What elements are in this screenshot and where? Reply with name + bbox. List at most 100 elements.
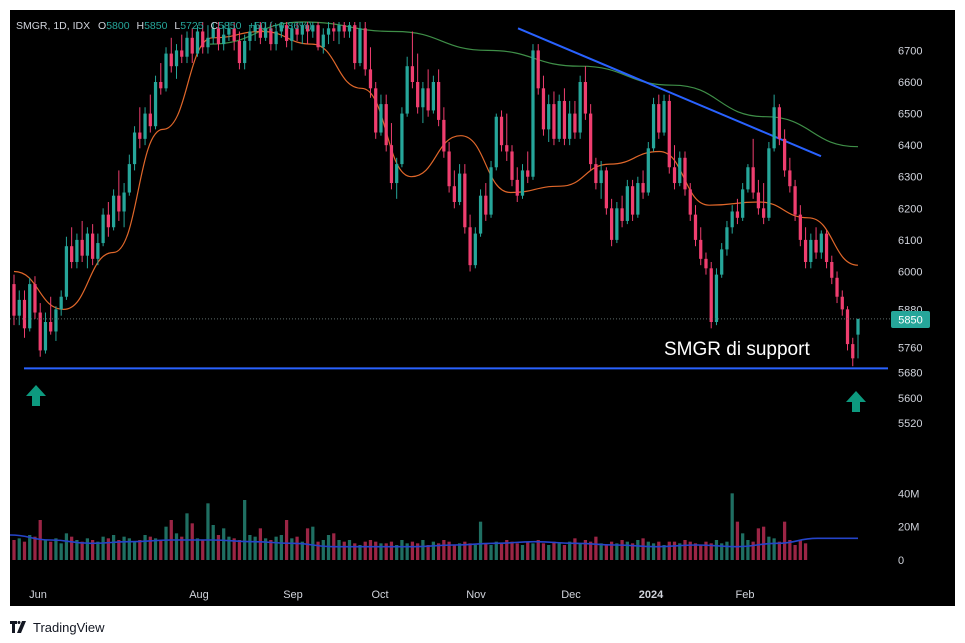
volume-bar[interactable] — [594, 536, 598, 560]
candle[interactable] — [153, 75, 158, 130]
volume-bar[interactable] — [243, 500, 247, 560]
volume-bar[interactable] — [798, 540, 802, 560]
volume-bar[interactable] — [667, 541, 671, 560]
candle[interactable] — [164, 47, 168, 92]
volume-bar[interactable] — [49, 541, 53, 560]
volume-bar[interactable] — [379, 543, 383, 560]
volume-bar[interactable] — [342, 541, 346, 560]
volume-bar[interactable] — [59, 543, 63, 560]
volume-bar[interactable] — [185, 513, 189, 560]
volume-bar[interactable] — [311, 526, 315, 560]
volume-bar[interactable] — [557, 543, 561, 560]
candle[interactable] — [494, 113, 498, 171]
volume-bar[interactable] — [604, 545, 608, 560]
volume-bar[interactable] — [284, 520, 289, 560]
volume-bar[interactable] — [699, 545, 703, 560]
volume-bar[interactable] — [43, 540, 48, 560]
volume-bar[interactable] — [599, 543, 603, 560]
volume-bar[interactable] — [405, 543, 409, 560]
volume-bar[interactable] — [767, 536, 771, 560]
volume-bar[interactable] — [552, 541, 556, 560]
volume-bar[interactable] — [106, 538, 110, 560]
volume-bar[interactable] — [494, 541, 498, 560]
volume-bar[interactable] — [258, 528, 263, 560]
volume-bar[interactable] — [657, 541, 661, 560]
volume-bar[interactable] — [725, 541, 729, 560]
volume-bar[interactable] — [290, 538, 294, 560]
volume-bar[interactable] — [426, 545, 430, 560]
candle[interactable] — [463, 164, 467, 234]
volume-bar[interactable] — [111, 535, 116, 560]
candle[interactable] — [28, 277, 32, 332]
volume-bar[interactable] — [237, 540, 242, 560]
volume-bar[interactable] — [625, 541, 629, 560]
footer[interactable]: TradingView — [10, 617, 105, 637]
candle[interactable] — [358, 22, 362, 67]
volume-bar[interactable] — [531, 543, 535, 560]
volume-bar[interactable] — [85, 538, 90, 560]
volume-bar[interactable] — [206, 503, 210, 560]
volume-bar[interactable] — [777, 541, 781, 560]
chart-canvas[interactable]: 6700660065006400630062006100600058805760… — [10, 10, 955, 606]
symbol-legend[interactable]: SMGR, 1D, IDX O5800 H5850 L5725 C5850 +5… — [16, 20, 312, 32]
volume-bar[interactable] — [641, 538, 645, 560]
volume-bar[interactable] — [374, 541, 378, 560]
candle[interactable] — [557, 94, 561, 142]
volume-bar[interactable] — [279, 535, 283, 560]
candle[interactable] — [651, 97, 656, 152]
candle[interactable] — [746, 164, 750, 193]
chart-panel[interactable]: 6700 6600 6500 6400 6300 6200 6100 6000 5880 5760… — [10, 10, 955, 606]
volume-bar[interactable] — [216, 535, 221, 560]
volume-bar[interactable] — [363, 541, 367, 560]
volume-bar[interactable] — [368, 540, 373, 560]
tradingview-brand[interactable]: TradingView — [33, 620, 105, 635]
candle[interactable] — [64, 236, 69, 300]
volume-bar[interactable] — [672, 541, 677, 560]
volume-bar[interactable] — [636, 540, 640, 560]
volume-bar[interactable] — [714, 540, 719, 560]
volume-bar[interactable] — [143, 535, 147, 560]
volume-bar[interactable] — [164, 526, 168, 560]
volume-bar[interactable] — [683, 540, 687, 560]
candle[interactable] — [845, 306, 850, 351]
volume-bar[interactable] — [353, 543, 357, 560]
volume-bar[interactable] — [248, 535, 252, 560]
volume-bar[interactable] — [536, 540, 540, 560]
volume-bar[interactable] — [132, 541, 137, 560]
volume-bar[interactable] — [735, 521, 740, 560]
volume-bar[interactable] — [253, 536, 257, 560]
volume-bar[interactable] — [620, 540, 624, 560]
volume-bar[interactable] — [295, 536, 299, 560]
volume-bar[interactable] — [772, 538, 776, 560]
volume-bar[interactable] — [117, 540, 121, 560]
volume-bar[interactable] — [746, 540, 750, 560]
volume-bar[interactable] — [573, 538, 577, 560]
volume-bar[interactable] — [541, 543, 546, 560]
volume-bar[interactable] — [431, 541, 436, 560]
volume-bar[interactable] — [96, 541, 100, 560]
volume-bar[interactable] — [22, 541, 27, 560]
volume-bar[interactable] — [174, 533, 179, 560]
volume-bar[interactable] — [615, 543, 619, 560]
volume-bar[interactable] — [442, 540, 446, 560]
volume-bar[interactable] — [793, 545, 797, 560]
volume-bar[interactable] — [751, 541, 755, 560]
volume-bar[interactable] — [457, 543, 462, 560]
volume-bar[interactable] — [211, 525, 215, 560]
volume-bar[interactable] — [321, 540, 325, 560]
volume-bar[interactable] — [12, 540, 16, 560]
volume-bar[interactable] — [347, 540, 352, 560]
candle[interactable] — [646, 142, 650, 196]
volume-bar[interactable] — [478, 521, 483, 560]
volume-bar[interactable] — [70, 536, 74, 560]
volume-bar[interactable] — [101, 536, 105, 560]
candle[interactable] — [578, 75, 582, 139]
volume-bar[interactable] — [578, 543, 582, 560]
volume-bar[interactable] — [547, 545, 551, 560]
volume-bar[interactable] — [80, 541, 84, 560]
volume-bar[interactable] — [153, 538, 158, 560]
volume-bar[interactable] — [468, 543, 472, 560]
volume-bar[interactable] — [201, 540, 205, 560]
volume-bar[interactable] — [33, 536, 37, 560]
volume-bar[interactable] — [416, 543, 420, 560]
